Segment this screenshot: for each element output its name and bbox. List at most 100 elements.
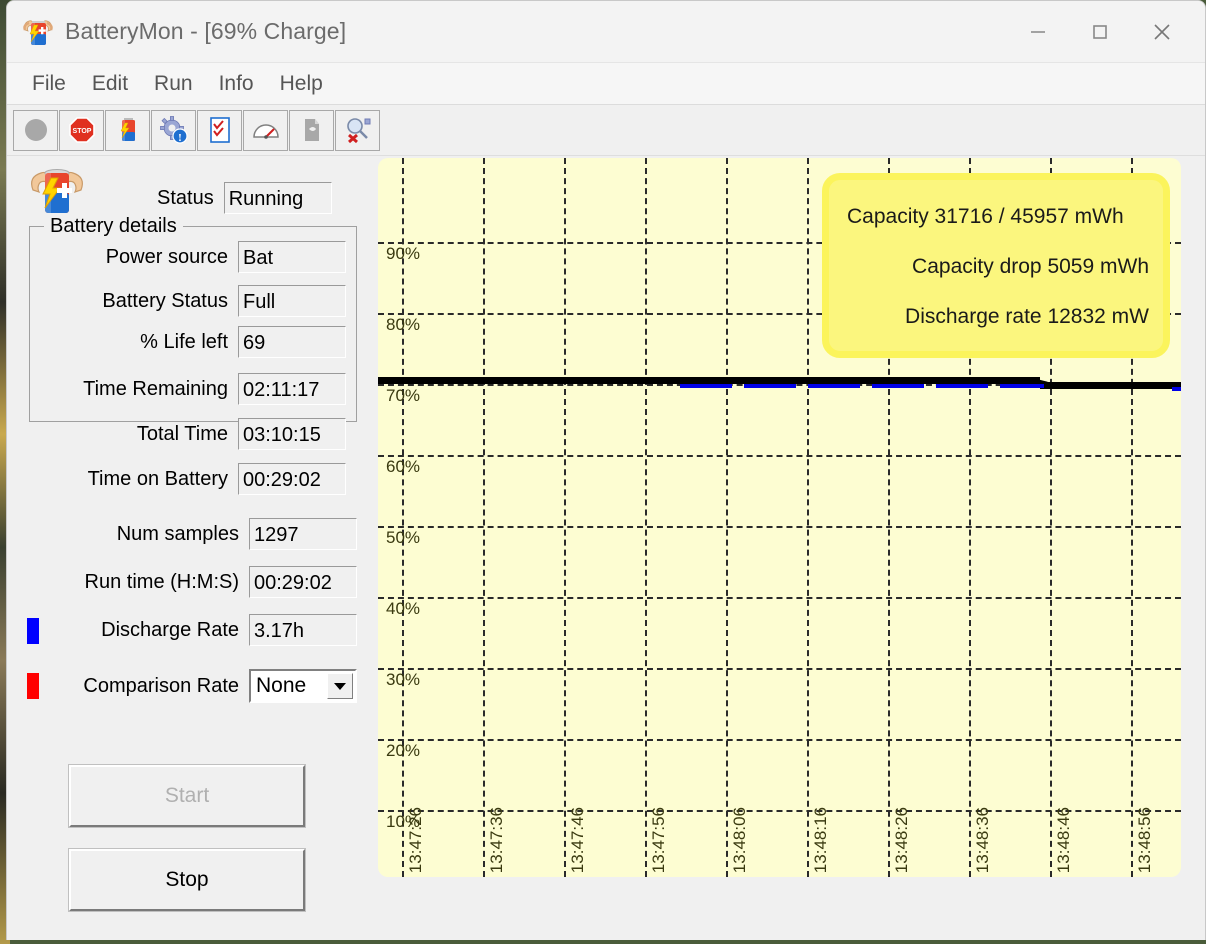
info-discharge-rate: Discharge rate 12832 mW [905,305,1149,328]
comparison-rate-dropdown[interactable]: None [249,669,357,703]
battery-status-value: Full [238,285,346,317]
num-samples-value: 1297 [249,518,357,550]
chart-hgrid [378,739,1181,741]
power-source-row: Power source Bat [106,241,346,273]
minimize-icon[interactable] [1007,1,1069,63]
total-time-value: 03:10:15 [238,418,346,450]
maximize-icon[interactable] [1069,1,1131,63]
battery-chart[interactable]: 90% 80% 70% 60% 50% 40% 30% 20% 10% 13:4… [378,158,1181,877]
page-icon[interactable] [289,109,334,151]
menu-item-info[interactable]: Info [206,68,267,100]
chart-hgrid [378,597,1181,599]
chart-xtick-label: 13:48:06 [730,806,749,873]
battery-flex-logo-icon [25,164,89,220]
chart-ytick-label: 80% [386,315,421,334]
chart-series-discharge-rate [1000,384,1044,388]
time-on-battery-value: 00:29:02 [238,463,346,495]
power-source-value: Bat [238,241,346,273]
info-capacity-drop: Capacity drop 5059 mWh [912,255,1149,278]
battery-status-row: Battery Status Full [102,285,346,317]
record-circle-icon[interactable] [13,109,58,151]
battery-icon[interactable] [105,109,150,151]
chart-series-discharge-rate [872,384,924,388]
discharge-rate-label: Discharge Rate [101,618,239,641]
batterymon-window: BatteryMon - [69% Charge] File Edit Run … [6,0,1206,940]
status-label: Status [157,186,214,209]
gauge-icon[interactable] [243,109,288,151]
start-button[interactable]: Start [68,764,306,828]
chart-hgrid [378,668,1181,670]
battery-flex-icon [21,16,55,50]
chart-vgrid [402,158,404,877]
time-on-battery-label: Time on Battery [87,467,228,490]
chart-series-discharge-rate [936,384,988,388]
chart-vgrid [564,158,566,877]
total-time-label: Total Time [136,422,228,445]
info-capacity: Capacity 31716 / 45957 mWh [847,205,1124,228]
magnifier-x-icon[interactable] [335,109,380,151]
time-remaining-label: Time Remaining [83,377,228,400]
menu-item-file[interactable]: File [19,68,79,100]
svg-text:!: ! [178,132,182,144]
chart-plot-area: 90% 80% 70% 60% 50% 40% 30% 20% 10% 13:4… [378,158,1181,877]
run-time-value: 00:29:02 [249,566,357,598]
status-field-row: Status Running [157,182,332,214]
chart-ytick-label: 70% [386,386,421,405]
svg-text:STOP: STOP [72,128,91,135]
chart-xtick-label: 13:47:56 [649,806,668,873]
chart-ytick-label: 30% [386,670,421,689]
chart-ytick-label: 90% [386,244,421,263]
menu-item-run[interactable]: Run [141,68,206,100]
life-left-row: % Life left 69 [140,326,346,358]
stop-button[interactable]: Stop [68,848,306,912]
status-value: Running [223,182,332,214]
chart-xtick-label: 13:47:36 [487,806,506,873]
chart-xtick-label: 13:48:56 [1135,806,1154,873]
left-panel: Status Running Battery details Power sou… [7,156,375,940]
chart-series-discharge-rate [680,384,732,388]
menu-item-help[interactable]: Help [267,68,336,100]
gear-info-icon[interactable]: ! [151,109,196,151]
time-on-battery-row: Time on Battery 00:29:02 [88,463,346,495]
chart-xtick-label: 13:47:26 [406,806,425,873]
menu-bar: File Edit Run Info Help [7,63,1205,105]
chart-series-charge [1040,382,1181,389]
discharge-rate-value: 3.17h [249,614,357,646]
chart-vgrid [483,158,485,877]
chart-ytick-label: 40% [386,599,421,618]
stop-sign-icon[interactable]: STOP [59,109,104,151]
comparison-rate-row: Comparison Rate None [83,669,357,703]
close-icon[interactable] [1131,1,1193,63]
battery-details-legend: Battery details [44,215,183,238]
discharge-rate-row: Discharge Rate 3.17h [101,614,357,646]
chart-ytick-label: 60% [386,457,421,476]
chart-xtick-label: 13:48:46 [1054,806,1073,873]
chart-series-charge [378,377,1040,384]
toolbar: STOP ! [7,105,1205,156]
chart-hgrid [378,526,1181,528]
num-samples-row: Num samples 1297 [117,518,357,550]
battery-status-label: Battery Status [102,289,228,312]
num-samples-label: Num samples [116,522,239,545]
window-title: BatteryMon - [69% Charge] [65,18,347,44]
chart-xtick-label: 13:48:36 [973,806,992,873]
life-left-label: % Life left [140,330,228,353]
run-time-row: Run time (H:M:S) 00:29:02 [85,566,357,598]
chart-xtick-label: 13:48:26 [892,806,911,873]
chart-vgrid [807,158,809,877]
total-time-row: Total Time 03:10:15 [137,418,346,450]
checklist-icon[interactable] [197,109,242,151]
chart-series-discharge-rate [1172,387,1181,391]
chevron-down-icon[interactable] [327,673,353,699]
chart-info-box: Capacity 31716 / 45957 mWh Capacity drop… [822,173,1170,358]
comparison-rate-selected-value: None [256,674,307,697]
title-bar: BatteryMon - [69% Charge] [7,1,1205,63]
comparison-rate-color-swatch [27,673,39,699]
chart-vgrid [726,158,728,877]
chart-vgrid [645,158,647,877]
menu-item-edit[interactable]: Edit [79,68,141,100]
chart-ytick-label: 20% [386,741,421,760]
main-content: Status Running Battery details Power sou… [7,156,1205,940]
chart-xtick-label: 13:47:46 [568,806,587,873]
chart-series-discharge-rate [808,384,860,388]
